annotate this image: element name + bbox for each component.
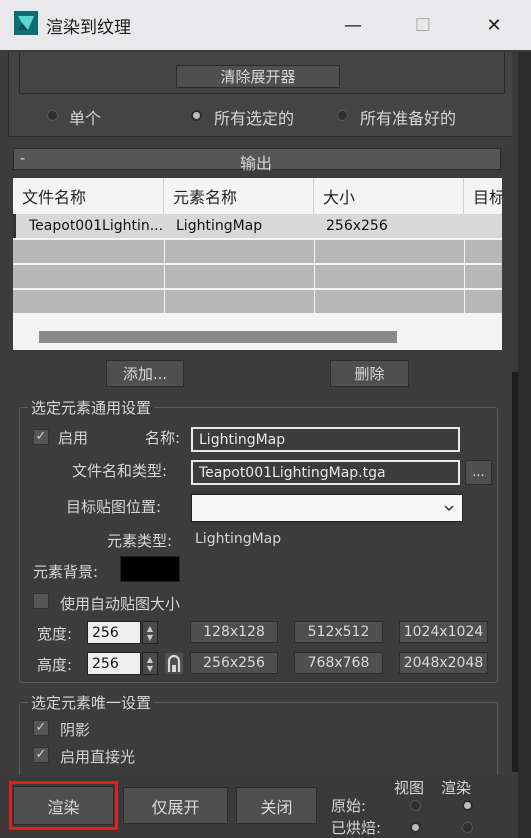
- cell-filename: Teapot001Lightin...: [29, 218, 164, 234]
- horizontal-scrollbar-thumb[interactable]: [39, 331, 397, 343]
- lock-aspect-icon[interactable]: [164, 652, 184, 675]
- render-column-label: 渲染: [441, 779, 472, 797]
- size-preset-button[interactable]: 512x512: [294, 621, 383, 643]
- name-field[interactable]: LightingMap: [191, 427, 460, 452]
- check-icon: ✓: [35, 720, 47, 735]
- radio-all-prepared[interactable]: [337, 110, 348, 121]
- column-divider: [314, 239, 315, 325]
- minimize-button[interactable]: —: [333, 8, 373, 42]
- close-icon: ✕: [486, 14, 502, 36]
- add-button[interactable]: 添加...: [106, 360, 184, 387]
- empty-table-row: [13, 264, 502, 288]
- radio-all-prepared-label: 所有准备好的: [360, 109, 457, 128]
- down-arrow-icon: ▼: [146, 663, 154, 673]
- maximize-button[interactable]: ☐: [403, 8, 443, 42]
- column-header-element-name[interactable]: 元素名称: [164, 178, 314, 214]
- close-window-button[interactable]: ✕: [474, 8, 514, 42]
- width-spinner-arrows[interactable]: ▲ ▼: [142, 621, 158, 644]
- render-selection-panel: 清除展开器 单个 所有选定的 所有准备好的: [8, 52, 516, 137]
- close-button[interactable]: 关闭: [236, 787, 317, 824]
- name-label: 名称:: [145, 429, 181, 447]
- auto-map-size-checkbox[interactable]: [33, 593, 49, 609]
- background-window-edge: [518, 52, 531, 838]
- output-rollout-header[interactable]: - 输出: [13, 148, 501, 173]
- column-header-size[interactable]: 大小: [314, 178, 464, 214]
- column-header-filename[interactable]: 文件名称: [13, 178, 164, 214]
- original-render-radio[interactable]: [462, 800, 473, 811]
- output-table[interactable]: 文件名称 元素名称 大小 目标 Teapot001Lightin... Ligh…: [13, 178, 502, 350]
- target-map-slot-label: 目标贴图位置:: [66, 498, 162, 516]
- down-arrow-icon: ▼: [146, 632, 154, 642]
- table-row[interactable]: Teapot001Lightin... LightingMap 256x256: [13, 214, 502, 238]
- enable-label: 启用: [58, 429, 89, 447]
- element-type-value: LightingMap: [195, 531, 282, 547]
- title-bar: 渲染到纹理 — ☐ ✕: [0, 0, 531, 50]
- size-preset-button[interactable]: 768x768: [294, 652, 383, 674]
- maximize-icon: ☐: [414, 14, 432, 36]
- height-label: 高度:: [37, 656, 73, 674]
- element-background-label: 元素背景:: [33, 563, 99, 581]
- common-settings-title: 选定元素通用设置: [28, 397, 155, 418]
- render-button[interactable]: 渲染: [13, 786, 114, 825]
- baked-render-radio[interactable]: [462, 822, 473, 833]
- shadow-checkbox[interactable]: ✓: [33, 720, 49, 736]
- browse-button[interactable]: ...: [465, 460, 492, 485]
- check-icon: ✓: [35, 747, 47, 762]
- app-logo-icon: [14, 11, 38, 35]
- size-preset-button[interactable]: 2048x2048: [399, 652, 488, 674]
- window-title: 渲染到纹理: [46, 18, 131, 38]
- direct-light-label: 启用直接光: [60, 748, 136, 766]
- target-map-slot-dropdown[interactable]: [191, 494, 463, 522]
- height-spinner-arrows[interactable]: ▲ ▼: [142, 652, 158, 675]
- shadow-label: 阴影: [60, 721, 91, 739]
- horizontal-scrollbar-track[interactable]: [13, 325, 502, 350]
- empty-table-row: [13, 289, 502, 313]
- unique-settings-title: 选定元素唯一设置: [28, 692, 155, 713]
- delete-button[interactable]: 删除: [330, 360, 409, 387]
- up-arrow-icon: ▲: [146, 623, 154, 633]
- collapse-icon: -: [20, 149, 26, 167]
- minimize-icon: —: [344, 14, 362, 36]
- direct-light-checkbox[interactable]: ✓: [33, 747, 49, 763]
- size-preset-button[interactable]: 256x256: [190, 652, 278, 674]
- cell-size: 256x256: [326, 218, 388, 234]
- radio-single[interactable]: [47, 110, 58, 121]
- unwrap-only-button[interactable]: 仅展开: [123, 787, 228, 824]
- size-preset-button[interactable]: 1024x1024: [399, 621, 488, 643]
- output-title: 输出: [240, 154, 273, 173]
- auto-map-size-label: 使用自动贴图大小: [60, 595, 181, 613]
- chevron-down-icon: [444, 505, 454, 512]
- radio-single-label: 单个: [69, 109, 102, 128]
- height-spinner[interactable]: 256: [87, 652, 141, 675]
- column-divider: [464, 239, 465, 325]
- width-spinner[interactable]: 256: [87, 621, 141, 644]
- column-divider: [164, 239, 165, 325]
- column-header-target[interactable]: 目标: [464, 178, 502, 214]
- size-preset-button[interactable]: 128x128: [190, 621, 278, 643]
- element-background-color-swatch[interactable]: [120, 556, 180, 582]
- empty-table-row: [13, 239, 502, 263]
- cell-element-name: LightingMap: [176, 218, 263, 234]
- radio-all-selected[interactable]: [191, 110, 202, 121]
- filename-field[interactable]: Teapot001LightingMap.tga: [191, 460, 460, 485]
- check-icon: ✓: [35, 429, 47, 444]
- radio-all-selected-label: 所有选定的: [214, 109, 295, 128]
- filename-type-label: 文件名和类型:: [72, 462, 168, 480]
- element-type-label: 元素类型:: [107, 532, 173, 550]
- view-column-label: 视图: [394, 779, 425, 797]
- baked-view-radio[interactable]: [410, 822, 421, 833]
- original-label: 原始:: [331, 797, 367, 815]
- original-view-radio[interactable]: [410, 800, 421, 811]
- enable-checkbox[interactable]: ✓: [33, 429, 49, 445]
- clear-expander-button[interactable]: 清除展开器: [176, 65, 340, 88]
- baked-label: 已烘焙:: [331, 819, 382, 837]
- up-arrow-icon: ▲: [146, 654, 154, 664]
- width-label: 宽度:: [37, 625, 73, 643]
